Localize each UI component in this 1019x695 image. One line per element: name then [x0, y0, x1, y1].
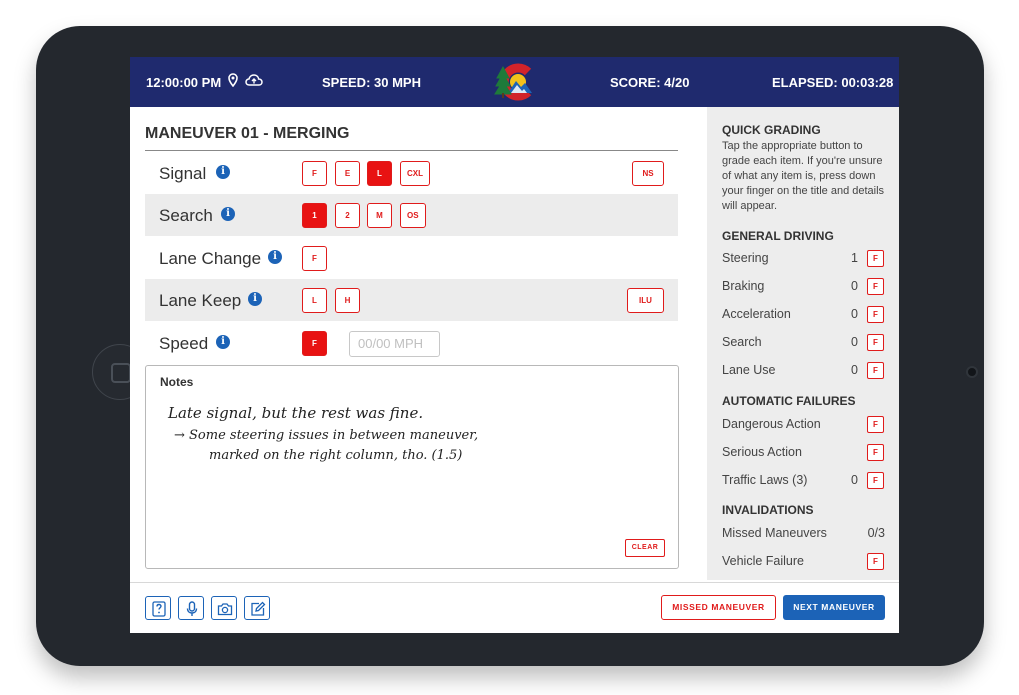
- fail-button[interactable]: F: [867, 334, 884, 351]
- help-icon: [152, 601, 166, 617]
- fail-button[interactable]: F: [867, 444, 884, 461]
- camera-icon: [217, 603, 233, 616]
- item-label[interactable]: Lane Use: [722, 363, 776, 377]
- grade-button-2[interactable]: 2: [335, 203, 360, 228]
- grade-button-f[interactable]: F: [302, 246, 327, 271]
- quick-grading-description: Tap the appropriate button to grade each…: [722, 140, 885, 212]
- edit-button[interactable]: [244, 596, 270, 620]
- photo-button[interactable]: [211, 596, 237, 620]
- note-line-2: → Some steering issues in between maneuv…: [174, 428, 478, 443]
- home-square-icon: [111, 363, 131, 383]
- fail-button[interactable]: F: [867, 472, 884, 489]
- grade-button-os[interactable]: OS: [400, 203, 426, 228]
- grade-button-f[interactable]: F: [302, 331, 327, 356]
- item-count: 0: [851, 335, 858, 349]
- clock-time: 12:00:00 PM: [146, 75, 222, 90]
- title-divider: [145, 150, 678, 151]
- grading-row-speed: Speed i F 00/00 MPH: [145, 322, 678, 364]
- item-label[interactable]: Serious Action: [722, 445, 802, 459]
- score-readout: SCORE: 4/20: [610, 75, 690, 90]
- elapsed-timer: ELAPSED: 00:03:28: [772, 75, 894, 90]
- item-label[interactable]: Vehicle Failure: [722, 554, 804, 568]
- info-icon[interactable]: i: [248, 292, 262, 306]
- row-label[interactable]: Search: [159, 206, 213, 226]
- grade-button-m[interactable]: M: [367, 203, 392, 228]
- grade-button-l[interactable]: L: [367, 161, 392, 186]
- item-count: 0: [851, 279, 858, 293]
- item-count: 0: [851, 473, 858, 487]
- item-count: 1: [851, 251, 858, 265]
- grade-button-ns[interactable]: NS: [632, 161, 664, 186]
- quick-grading-sidebar: QUICK GRADING Tap the appropriate button…: [707, 107, 899, 580]
- row-label[interactable]: Signal: [159, 164, 206, 184]
- edit-icon: [251, 601, 266, 616]
- item-label[interactable]: Dangerous Action: [722, 417, 821, 431]
- grading-row-lane-change: Lane Change i F: [145, 237, 678, 279]
- item-label[interactable]: Missed Maneuvers: [722, 526, 827, 540]
- fail-button[interactable]: F: [867, 250, 884, 267]
- colorado-logo: [494, 63, 542, 104]
- row-label[interactable]: Speed: [159, 334, 208, 354]
- grade-button-h[interactable]: H: [335, 288, 360, 313]
- status-bar: 12:00:00 PM SPEED: 30 MPH SCORE: 4/20 EL…: [130, 57, 899, 107]
- item-label[interactable]: Search: [722, 335, 762, 349]
- notes-panel[interactable]: Notes Late signal, but the rest was fine…: [145, 365, 679, 569]
- item-label[interactable]: Traffic Laws (3): [722, 473, 807, 487]
- fail-button[interactable]: F: [867, 362, 884, 379]
- fail-button[interactable]: F: [867, 416, 884, 433]
- camera-lens: [966, 366, 978, 378]
- fail-button[interactable]: F: [867, 306, 884, 323]
- info-icon[interactable]: i: [221, 207, 235, 221]
- grading-row-lane-keep: Lane Keep i L H ILU: [145, 279, 678, 321]
- item-label[interactable]: Steering: [722, 251, 769, 265]
- grade-button-l[interactable]: L: [302, 288, 327, 313]
- quick-grading-heading: QUICK GRADING: [722, 123, 821, 137]
- info-icon[interactable]: i: [216, 165, 230, 179]
- cloud-upload-icon: [245, 73, 263, 90]
- speed-readout: SPEED: 30 MPH: [322, 75, 421, 90]
- fail-button[interactable]: F: [867, 553, 884, 570]
- invalidations-heading: INVALIDATIONS: [722, 503, 814, 517]
- grade-button-1[interactable]: 1: [302, 203, 327, 228]
- info-icon[interactable]: i: [216, 335, 230, 349]
- automatic-failures-heading: AUTOMATIC FAILURES: [722, 394, 856, 408]
- general-driving-heading: GENERAL DRIVING: [722, 229, 834, 243]
- note-line-3: marked on the right column, tho. (1.5): [209, 448, 462, 463]
- page-title: MANEUVER 01 - MERGING: [145, 125, 350, 142]
- note-line-1: Late signal, but the rest was fine.: [167, 404, 423, 422]
- help-button[interactable]: [145, 596, 171, 620]
- info-icon[interactable]: i: [268, 250, 282, 264]
- voice-note-button[interactable]: [178, 596, 204, 620]
- clear-button[interactable]: CLEAR: [625, 539, 665, 557]
- grade-button-cxl[interactable]: CXL: [400, 161, 430, 186]
- item-count: 0: [851, 363, 858, 377]
- grade-button-ilu[interactable]: ILU: [627, 288, 664, 313]
- app-screen: 12:00:00 PM SPEED: 30 MPH SCORE: 4/20 EL…: [130, 57, 899, 633]
- item-count: 0: [851, 307, 858, 321]
- handwriting-canvas[interactable]: Late signal, but the rest was fine. → So…: [146, 366, 680, 570]
- microphone-icon: [186, 601, 198, 616]
- fail-button[interactable]: F: [867, 278, 884, 295]
- grade-button-f[interactable]: F: [302, 161, 327, 186]
- item-label[interactable]: Acceleration: [722, 307, 791, 321]
- item-count: 0/3: [867, 526, 885, 540]
- row-label[interactable]: Lane Keep: [159, 291, 241, 311]
- row-label[interactable]: Lane Change: [159, 249, 261, 269]
- missed-maneuver-button[interactable]: MISSED MANEUVER: [661, 595, 776, 620]
- grading-row-signal: Signal i F E L CXL NS: [145, 152, 678, 194]
- speed-input[interactable]: 00/00 MPH: [349, 331, 440, 357]
- item-label[interactable]: Braking: [722, 279, 764, 293]
- grade-button-e[interactable]: E: [335, 161, 360, 186]
- next-maneuver-button[interactable]: NEXT MANEUVER: [783, 595, 885, 620]
- grading-row-search: Search i 1 2 M OS: [145, 194, 678, 236]
- footer-divider: [130, 582, 899, 583]
- location-pin-icon: [228, 73, 238, 90]
